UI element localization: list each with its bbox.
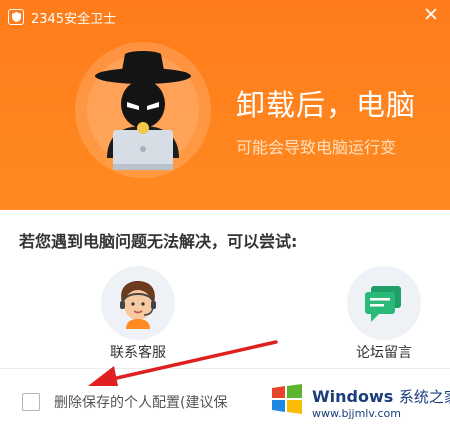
annotation-arrow — [88, 340, 278, 386]
delete-config-label: 删除保存的个人配置(建议保 — [54, 395, 228, 411]
watermark-brand-en: Windows — [312, 387, 394, 406]
title-bar: 2345安全卫士 — [8, 7, 116, 27]
shield-icon — [8, 9, 24, 25]
help-prompt: 若您遇到电脑问题无法解决，可以尝试: — [19, 232, 298, 251]
watermark-brand-cn: 系统之家 — [398, 388, 450, 406]
hacker-illustration — [75, 42, 211, 178]
uninstall-headline: 卸载后，电脑 — [236, 88, 417, 122]
uninstall-banner: 2345安全卫士 卸载后，电脑 可能会导致电脑运行变 — [0, 0, 450, 210]
watermark-brand: Windows 系统之家 — [312, 386, 450, 407]
app-title: 2345安全卫士 — [31, 11, 117, 27]
site-watermark: Windows 系统之家 www.bjjmlv.com — [264, 374, 450, 428]
forum-message-button[interactable]: 论坛留言 — [342, 266, 426, 362]
forum-message-icon — [365, 286, 401, 322]
close-icon — [425, 8, 437, 20]
watermark-url: www.bjjmlv.com — [312, 407, 401, 420]
uninstall-subline: 可能会导致电脑运行变 — [236, 138, 397, 157]
forum-message-label: 论坛留言 — [356, 345, 412, 361]
windows-logo-icon — [272, 384, 302, 414]
delete-config-checkbox[interactable] — [22, 393, 40, 411]
customer-service-icon — [120, 281, 156, 329]
delete-config-option[interactable]: 删除保存的个人配置(建议保 — [22, 392, 227, 412]
close-button[interactable] — [416, 0, 446, 28]
